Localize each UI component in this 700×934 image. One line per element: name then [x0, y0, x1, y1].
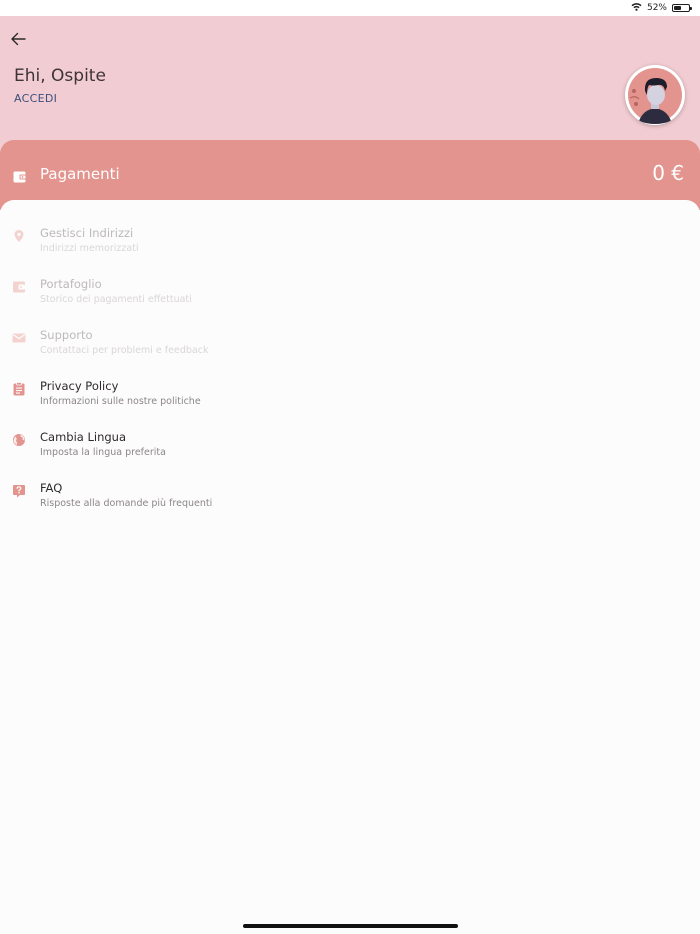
menu-item-subtitle: Contattaci per problemi e feedback — [40, 345, 209, 356]
menu-item-subtitle: Imposta la lingua preferita — [40, 447, 166, 458]
menu-item-change-language[interactable]: Cambia Lingua Imposta la lingua preferit… — [0, 428, 700, 478]
arrow-left-icon — [10, 31, 26, 50]
battery-icon — [672, 4, 692, 12]
menu-item-title: Supporto — [40, 328, 93, 342]
back-button[interactable] — [8, 30, 28, 50]
battery-percent: 52% — [646, 3, 667, 13]
menu-item-support[interactable]: Supporto Contattaci per problemi e feedb… — [0, 326, 700, 376]
clipboard-icon — [12, 381, 26, 396]
menu-item-faq[interactable]: FAQ Risposte alla domande più frequenti — [0, 479, 700, 529]
menu-item-title: FAQ — [40, 481, 63, 495]
greeting-title: Ehi, Ospite — [14, 66, 106, 86]
wallet-icon — [13, 168, 27, 187]
avatar-illustration — [628, 68, 682, 124]
menu-item-privacy-policy[interactable]: Privacy Policy Informazioni sulle nostre… — [0, 377, 700, 427]
battery-level — [674, 6, 682, 10]
login-link[interactable]: ACCEDI — [14, 92, 57, 105]
menu-item-subtitle: Indirizzi memorizzati — [40, 243, 139, 254]
location-pin-icon — [12, 228, 26, 242]
settings-menu: Gestisci Indirizzi Indirizzi memorizzati… — [0, 200, 700, 934]
status-bar: 52% — [0, 0, 700, 16]
menu-item-subtitle: Risposte alla domande più frequenti — [40, 498, 213, 509]
globe-icon — [12, 432, 26, 446]
wallet-icon — [12, 279, 26, 293]
menu-item-addresses[interactable]: Gestisci Indirizzi Indirizzi memorizzati — [0, 224, 700, 274]
payments-amount: 0 € — [652, 161, 684, 185]
avatar[interactable] — [625, 65, 685, 125]
menu-item-wallet[interactable]: Portafoglio Storico dei pagamenti effett… — [0, 275, 700, 325]
help-icon — [12, 483, 26, 498]
menu-item-title: Privacy Policy — [40, 379, 119, 393]
status-indicators: 52% — [631, 2, 692, 14]
menu-item-subtitle: Informazioni sulle nostre politiche — [40, 396, 201, 407]
profile-header: Ehi, Ospite ACCEDI — [0, 16, 700, 156]
mail-icon — [12, 330, 26, 344]
menu-item-title: Cambia Lingua — [40, 430, 127, 444]
wifi-icon — [631, 2, 642, 14]
menu-item-title: Portafoglio — [40, 277, 102, 291]
home-indicator[interactable] — [243, 924, 458, 928]
payments-label: Pagamenti — [40, 165, 120, 183]
menu-item-subtitle: Storico dei pagamenti effettuati — [40, 294, 192, 305]
menu-item-title: Gestisci Indirizzi — [40, 226, 134, 240]
